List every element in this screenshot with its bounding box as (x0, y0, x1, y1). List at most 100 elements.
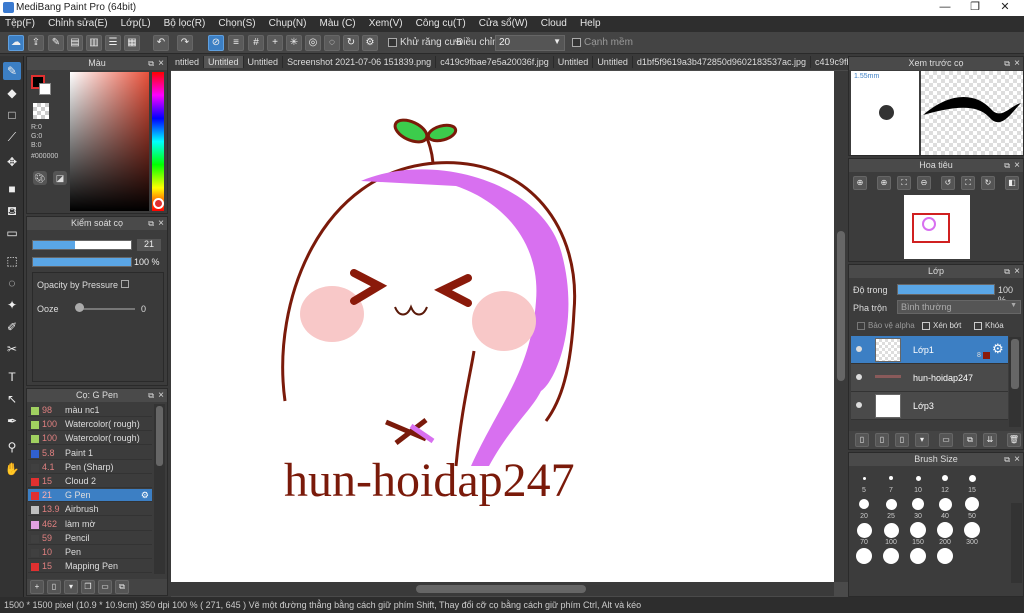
ooze-handle[interactable] (75, 303, 84, 312)
brush-size-slider[interactable] (32, 240, 132, 250)
tab-document[interactable]: Untitled (593, 56, 633, 68)
close-icon[interactable]: × (1014, 159, 1020, 172)
brush-item[interactable]: 98 màu nc1 (28, 404, 152, 417)
menu-layer[interactable]: Lớp(L) (116, 16, 156, 31)
tab-document[interactable]: d1bf5f9619a3b472850d9602183537ac.jpg (633, 56, 811, 68)
horizontal-scrollbar[interactable] (171, 582, 834, 596)
brush-opacity-slider[interactable] (32, 257, 132, 267)
maximize-button[interactable]: ❐ (960, 0, 990, 16)
menu-tools[interactable]: Công cụ(T) (411, 16, 471, 31)
palette-icon[interactable]: 🎨︎ (33, 171, 47, 185)
float-icon[interactable]: ⧉ (1004, 57, 1010, 70)
rotate-right-icon[interactable]: ↻ (981, 176, 995, 190)
drawing-canvas[interactable]: hun-hoidap247 (171, 71, 834, 582)
transparent-swatch[interactable] (33, 103, 49, 119)
zoom-in-icon[interactable]: ⊕ (877, 176, 891, 190)
brush-size-dot[interactable] (968, 474, 976, 482)
brush-menu-icon[interactable]: ▾ (64, 580, 78, 594)
magic-wand-icon[interactable]: ✦ (3, 296, 21, 314)
minimize-button[interactable]: — (930, 0, 960, 16)
close-icon[interactable]: × (1014, 57, 1020, 70)
copy-brush-icon[interactable]: ❐ (81, 580, 95, 594)
layer-row[interactable]: hun-hoidap247 (851, 364, 1008, 392)
visibility-icon[interactable] (856, 346, 862, 352)
trash-icon[interactable]: 🗑︎ (1007, 433, 1021, 447)
close-icon[interactable]: × (158, 389, 164, 402)
fit-icon[interactable]: ⛶ (897, 176, 911, 190)
new-bw-layer-icon[interactable]: ▯ (895, 433, 909, 447)
brush-item[interactable]: 10 Pen (28, 546, 152, 559)
menu-view[interactable]: Xem(V) (364, 16, 408, 31)
zoom-out-icon[interactable]: ⊖ (917, 176, 931, 190)
brush-size-dot[interactable] (862, 476, 866, 480)
float-icon[interactable]: ⧉ (1004, 265, 1010, 278)
gear-icon[interactable]: ⚙ (992, 341, 1004, 357)
float-icon[interactable]: ⧉ (1004, 453, 1010, 466)
speech-icon[interactable]: ▤ (67, 35, 83, 51)
adjust-dropdown[interactable]: 20 ▼ (495, 35, 565, 51)
operation-tool-icon[interactable]: ↖ (3, 390, 21, 408)
divide-tool-icon[interactable]: ✒ (3, 412, 21, 430)
menu-file[interactable]: Tệp(F) (0, 16, 40, 31)
close-icon[interactable]: × (158, 217, 164, 230)
tab-document[interactable]: Screenshot 2021-07-06 151839.png (283, 56, 437, 68)
fullscreen-icon[interactable]: ⛶ (961, 176, 975, 190)
cross-snap-icon[interactable]: + (267, 35, 283, 51)
brush-item[interactable]: 4.1 Pen (Sharp) (28, 461, 152, 474)
merge-layer-icon[interactable]: ⇊ (983, 433, 997, 447)
menu-snap[interactable]: Chụp(N) (264, 16, 312, 31)
settings-icon[interactable]: ⚙ (362, 35, 378, 51)
menu-help[interactable]: Help (575, 16, 606, 31)
fill-rect-tool-icon[interactable]: ■ (3, 180, 21, 198)
navigator-thumbnail[interactable] (904, 195, 970, 259)
undo-icon[interactable]: ↶ (153, 35, 169, 51)
tab-document[interactable]: c419c9fbae7e5a20036f.jpg (811, 56, 848, 68)
soft-edge-checkbox[interactable] (572, 38, 581, 47)
eyedropper-icon[interactable]: ⚲ (3, 438, 21, 456)
tab-document[interactable]: c419c9fbae7e5a20036f.jpg (436, 56, 554, 68)
text-tool-icon[interactable]: T (3, 368, 21, 386)
parallel-snap-icon[interactable]: ≡ (228, 35, 244, 51)
select-tool-icon[interactable]: ⬚ (3, 252, 21, 270)
brush-size-scrollbar[interactable] (1011, 503, 1022, 583)
tab-document-active[interactable]: Untitled (204, 56, 244, 68)
lasso-tool-icon[interactable]: ◌ (3, 274, 21, 292)
float-icon[interactable]: ⧉ (148, 389, 154, 402)
brush-size-dot[interactable] (889, 476, 893, 480)
float-icon[interactable]: ⧉ (1004, 159, 1010, 172)
brush-item[interactable]: 15 Cloud 2 (28, 475, 152, 488)
alpha-protect-checkbox[interactable] (857, 322, 865, 330)
select-pen-icon[interactable]: ✐ (3, 318, 21, 336)
brush-size-dot[interactable] (856, 522, 872, 538)
visibility-icon[interactable] (856, 374, 862, 380)
menu-filter[interactable]: Bộ lọc(R) (159, 16, 211, 31)
brush-size-dot[interactable] (856, 548, 872, 564)
zoom-in-icon[interactable]: ⊕ (853, 176, 867, 190)
brush-tool-icon[interactable]: ✎ (3, 62, 21, 80)
vertical-scrollbar[interactable] (834, 71, 848, 582)
snap-off-icon[interactable]: ⊘ (208, 35, 224, 51)
layer-row[interactable]: Lớp1 8 ⚙ (851, 336, 1008, 364)
comment-icon[interactable]: ✎ (48, 35, 64, 51)
bucket-tool-icon[interactable]: ⛾ (3, 202, 21, 220)
layer-scrollbar[interactable] (1009, 337, 1021, 427)
list-icon[interactable]: ☰ (105, 35, 121, 51)
brush-item[interactable]: 13.9 Airbrush (28, 503, 152, 517)
folder-icon[interactable]: ▭ (939, 433, 953, 447)
rotate-left-icon[interactable]: ↺ (941, 176, 955, 190)
clipping-checkbox[interactable] (922, 322, 930, 330)
brush-size-dot[interactable] (915, 475, 921, 481)
lock-checkbox[interactable] (974, 322, 982, 330)
close-icon[interactable]: × (1014, 265, 1020, 278)
float-icon[interactable]: ⧉ (148, 217, 154, 230)
tab-document[interactable]: ntitled (171, 56, 205, 68)
cloud-icon[interactable]: ☁ (8, 35, 24, 51)
line-tool-icon[interactable]: ⟋ (3, 128, 21, 146)
vertical-scroll-thumb[interactable] (837, 231, 845, 381)
duplicate-layer-icon[interactable]: ⧉ (963, 433, 977, 447)
brush-item[interactable]: 100 Watercolor( rough) (28, 432, 152, 446)
brush-size-dot[interactable] (885, 498, 897, 510)
shape-tool-icon[interactable]: □ (3, 106, 21, 124)
close-icon[interactable]: × (1014, 453, 1020, 466)
brush-size-dot[interactable] (964, 522, 980, 538)
